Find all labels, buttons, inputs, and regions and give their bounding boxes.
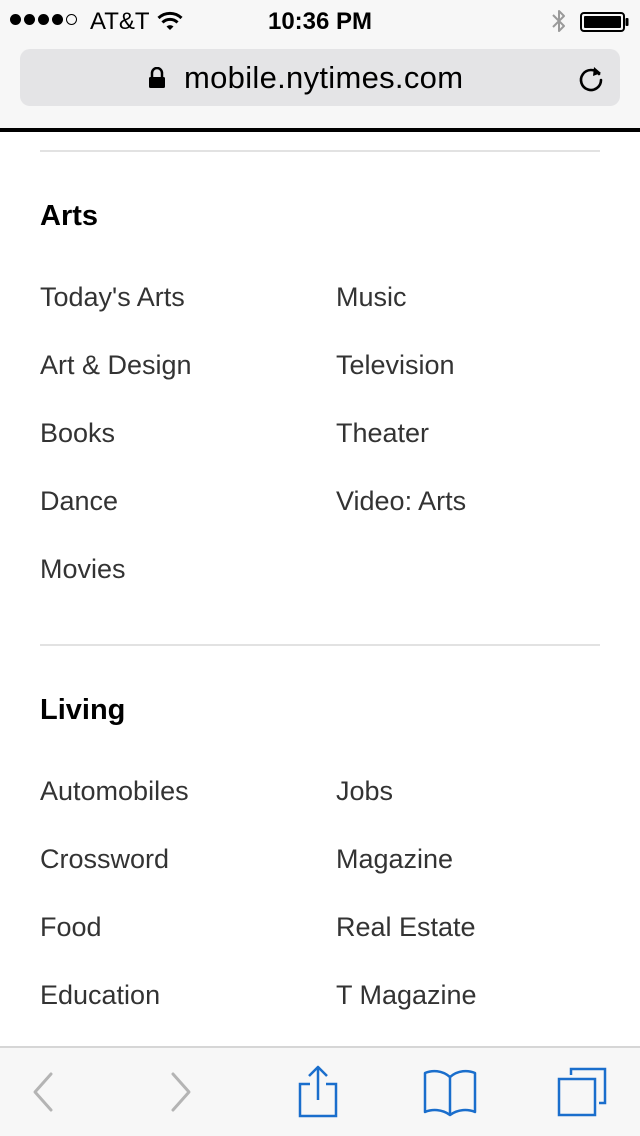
forward-icon (167, 1070, 197, 1119)
tabs-icon (555, 1065, 609, 1124)
browser-toolbar (0, 1046, 640, 1136)
clock: 10:36 PM (267, 8, 373, 35)
link-jobs[interactable]: Jobs (336, 776, 393, 807)
link-todays-arts[interactable]: Today's Arts (40, 282, 185, 313)
status-bar: AT&T 10:36 PM (0, 0, 640, 40)
back-icon (27, 1070, 57, 1119)
link-automobiles[interactable]: Automobiles (40, 776, 189, 807)
forward-button[interactable] (152, 1064, 212, 1124)
sections-menu: Arts Today's Arts Art & Design Books Dan… (0, 132, 640, 1046)
link-crossword[interactable]: Crossword (40, 844, 169, 875)
link-t-magazine[interactable]: T Magazine (336, 980, 477, 1011)
section-divider (40, 644, 600, 646)
link-theater[interactable]: Theater (336, 418, 429, 449)
link-food[interactable]: Food (40, 912, 102, 943)
browser-navigation-bar: mobile.nytimes.com (0, 40, 640, 128)
reload-icon[interactable] (576, 64, 606, 99)
link-education[interactable]: Education (40, 980, 160, 1011)
link-television[interactable]: Television (336, 350, 455, 381)
section-title-arts: Arts (40, 200, 99, 232)
lock-icon (148, 66, 166, 94)
tabs-button[interactable] (552, 1064, 612, 1124)
link-dance[interactable]: Dance (40, 486, 118, 517)
section-title-living: Living (40, 694, 126, 726)
link-movies[interactable]: Movies (40, 554, 126, 585)
link-video-arts[interactable]: Video: Arts (336, 486, 466, 517)
link-music[interactable]: Music (336, 282, 407, 313)
share-icon (296, 1064, 340, 1125)
link-art-design[interactable]: Art & Design (40, 350, 192, 381)
bookmarks-button[interactable] (420, 1064, 480, 1124)
bluetooth-icon (550, 8, 568, 41)
share-button[interactable] (288, 1064, 348, 1124)
link-magazine[interactable]: Magazine (336, 844, 453, 875)
battery-icon (580, 11, 630, 39)
address-bar[interactable]: mobile.nytimes.com (20, 49, 620, 106)
back-button[interactable] (12, 1064, 72, 1124)
link-real-estate[interactable]: Real Estate (336, 912, 476, 943)
section-divider (40, 150, 600, 152)
link-books[interactable]: Books (40, 418, 115, 449)
url-text: mobile.nytimes.com (184, 60, 464, 95)
bookmarks-icon (422, 1067, 478, 1122)
